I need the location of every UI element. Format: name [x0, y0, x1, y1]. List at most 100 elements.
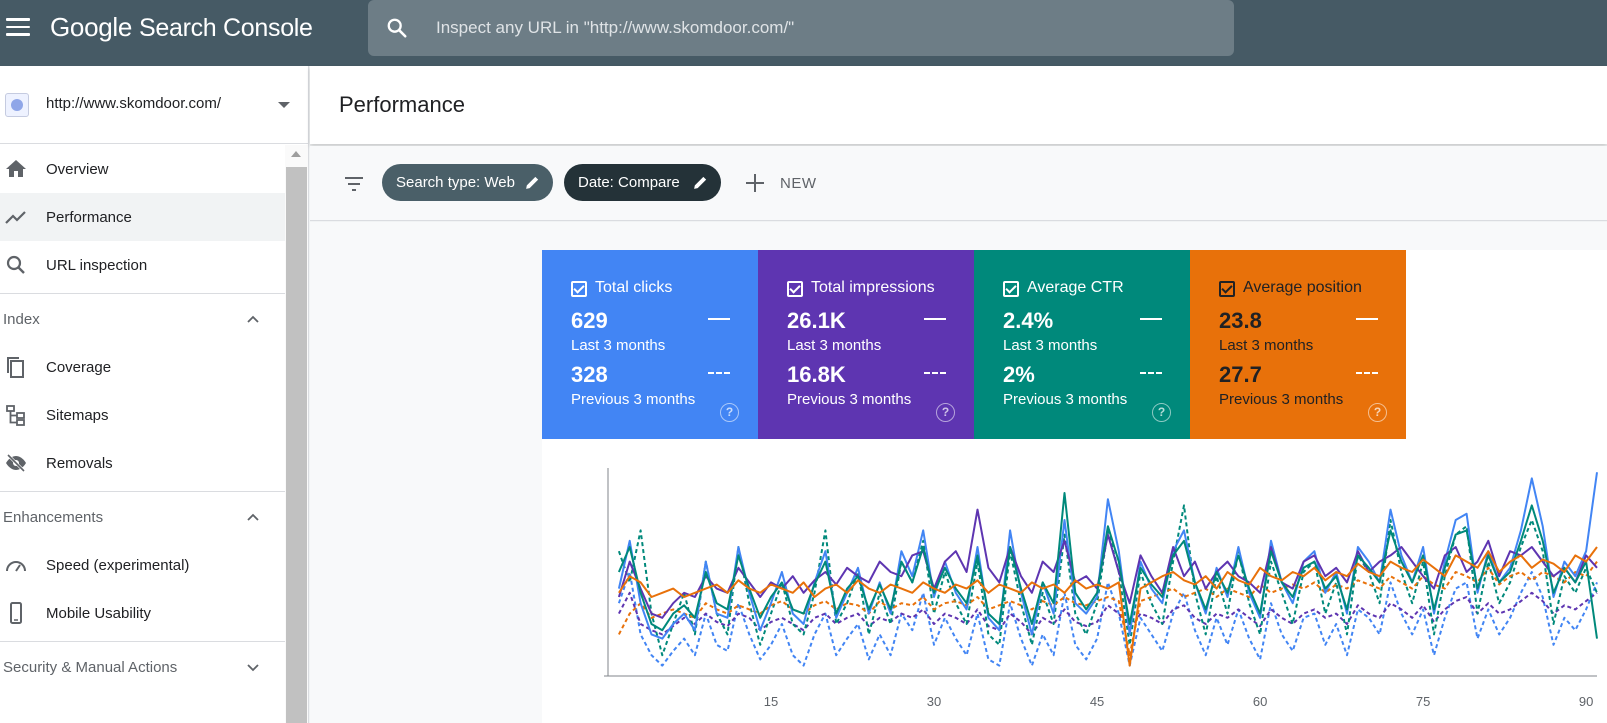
- page-header: Performance: [310, 66, 1607, 144]
- checkbox-checked-icon[interactable]: [571, 281, 587, 297]
- url-inspect-search[interactable]: [368, 0, 1234, 56]
- performance-chart[interactable]: 15 30 45 60 75 90: [542, 460, 1607, 723]
- sitemap-icon: [6, 405, 25, 426]
- metric-period: Last 3 months: [787, 337, 882, 354]
- search-icon[interactable]: [386, 17, 408, 39]
- metric-prev-value: 27.7: [1219, 362, 1262, 387]
- chip-label: Date: Compare: [578, 174, 680, 191]
- section-index[interactable]: Index: [0, 293, 285, 343]
- chevron-down-icon[interactable]: [278, 102, 290, 108]
- search-type-filter-chip[interactable]: Search type: Web: [382, 164, 553, 201]
- metric-prev-period: Previous 3 months: [1219, 391, 1344, 408]
- section-enhancements[interactable]: Enhancements: [0, 491, 285, 541]
- sidebar-item-label: Removals: [46, 454, 113, 472]
- help-icon[interactable]: ?: [936, 403, 955, 422]
- url-inspect-input[interactable]: [436, 16, 1196, 40]
- metric-period: Last 3 months: [571, 337, 666, 354]
- sidebar-item-label: Sitemaps: [46, 406, 109, 424]
- metric-name: Total impressions: [811, 279, 935, 296]
- property-selector[interactable]: http://www.skomdoor.com/: [0, 66, 309, 144]
- metric-prev-period: Previous 3 months: [571, 391, 696, 408]
- x-tick-label: 90: [1579, 694, 1593, 709]
- help-icon[interactable]: ?: [1152, 403, 1171, 422]
- metric-average-position[interactable]: Average position 23.8 Last 3 months 27.7…: [1190, 250, 1406, 439]
- sidebar-nav: Overview Performance URL inspection Inde…: [0, 145, 285, 691]
- speedometer-icon: [6, 561, 26, 572]
- solid-line-legend: [708, 318, 730, 320]
- checkbox-checked-icon[interactable]: [787, 281, 803, 297]
- metric-prev-value: 328: [571, 362, 608, 387]
- metric-period: Last 3 months: [1219, 337, 1314, 354]
- property-url: http://www.skomdoor.com/: [46, 95, 222, 112]
- pencil-icon[interactable]: [692, 174, 709, 191]
- metric-value: 26.1K: [787, 308, 846, 333]
- chevron-up-icon[interactable]: [246, 312, 260, 326]
- help-icon[interactable]: ?: [720, 403, 739, 422]
- metric-period: Last 3 months: [1003, 337, 1098, 354]
- date-filter-chip[interactable]: Date: Compare: [564, 164, 721, 201]
- x-tick-label: 45: [1090, 694, 1104, 709]
- new-filter-button[interactable]: NEW: [744, 166, 817, 200]
- x-tick-label: 15: [764, 694, 778, 709]
- metric-name: Total clicks: [595, 279, 673, 296]
- x-tick-label: 60: [1253, 694, 1267, 709]
- product-name: Search Console: [138, 14, 313, 42]
- metric-total-clicks[interactable]: Total clicks 629 Last 3 months 328 Previ…: [542, 250, 758, 439]
- metric-average-ctr[interactable]: Average CTR 2.4% Last 3 months 2% Previo…: [974, 250, 1190, 439]
- sidebar-item-coverage[interactable]: Coverage: [0, 343, 285, 391]
- pencil-icon[interactable]: [524, 174, 541, 191]
- section-security-manual-actions[interactable]: Security & Manual Actions: [0, 641, 285, 691]
- checkbox-checked-icon[interactable]: [1219, 281, 1235, 297]
- sidebar-item-performance[interactable]: Performance: [0, 193, 285, 241]
- google-wordmark: Google: [50, 12, 133, 42]
- sidebar-item-label: Performance: [46, 208, 132, 226]
- metric-value: 629: [571, 308, 608, 333]
- solid-line-legend: [924, 318, 946, 320]
- copy-icon: [7, 357, 24, 378]
- checkbox-checked-icon[interactable]: [1003, 281, 1019, 297]
- filter-icon[interactable]: [342, 172, 366, 196]
- plus-icon: [746, 174, 764, 192]
- app-bar: Google Search Console: [0, 0, 1607, 66]
- page-title: Performance: [339, 92, 465, 117]
- search-icon: [6, 255, 25, 274]
- metric-value: 23.8: [1219, 308, 1262, 333]
- dashed-line-legend: [1140, 372, 1162, 374]
- app-logo[interactable]: Google Search Console: [50, 12, 313, 43]
- section-label: Index: [3, 311, 40, 328]
- series-line-total-clicks[interactable]: [617, 472, 1598, 640]
- sidebar-item-sitemaps[interactable]: Sitemaps: [0, 391, 285, 439]
- dashed-line-legend: [924, 372, 946, 374]
- sidebar-item-speed[interactable]: Speed (experimental): [0, 541, 285, 589]
- sidebar-item-label: Speed (experimental): [46, 556, 190, 574]
- sidebar-item-url-inspection[interactable]: URL inspection: [0, 241, 285, 289]
- x-tick-label: 30: [927, 694, 941, 709]
- sidebar-item-label: URL inspection: [46, 256, 148, 274]
- chevron-up-icon[interactable]: [246, 510, 260, 524]
- filter-bar: Search type: Web Date: Compare NEW: [310, 146, 1607, 221]
- eye-off-icon: [6, 453, 26, 473]
- series-line-total-impressions-previous[interactable]: [618, 591, 1598, 636]
- chip-label: Search type: Web: [396, 174, 515, 191]
- metric-prev-value: 2%: [1003, 362, 1035, 387]
- help-icon[interactable]: ?: [1368, 403, 1387, 422]
- section-label: Enhancements: [3, 509, 104, 526]
- sidebar-scrollbar[interactable]: [285, 145, 308, 723]
- metric-name: Average position: [1243, 279, 1362, 296]
- section-label: Security & Manual Actions: [3, 659, 178, 676]
- menu-icon[interactable]: [6, 18, 30, 38]
- scrollbar-thumb[interactable]: [286, 167, 307, 723]
- metric-value: 2.4%: [1003, 308, 1054, 333]
- phone-icon: [10, 602, 22, 624]
- scroll-up-arrow-icon[interactable]: [291, 151, 301, 157]
- sidebar-item-label: Mobile Usability: [46, 604, 152, 622]
- metric-total-impressions[interactable]: Total impressions 26.1K Last 3 months 16…: [758, 250, 974, 439]
- metric-prev-period: Previous 3 months: [787, 391, 912, 408]
- trending-up-icon: [5, 211, 26, 224]
- sidebar: http://www.skomdoor.com/ Overview Perfor…: [0, 66, 309, 723]
- sidebar-item-overview[interactable]: Overview: [0, 145, 285, 193]
- chevron-down-icon[interactable]: [246, 660, 260, 674]
- sidebar-item-removals[interactable]: Removals: [0, 439, 285, 487]
- dashed-line-legend: [1356, 372, 1378, 374]
- sidebar-item-mobile-usability[interactable]: Mobile Usability: [0, 589, 285, 637]
